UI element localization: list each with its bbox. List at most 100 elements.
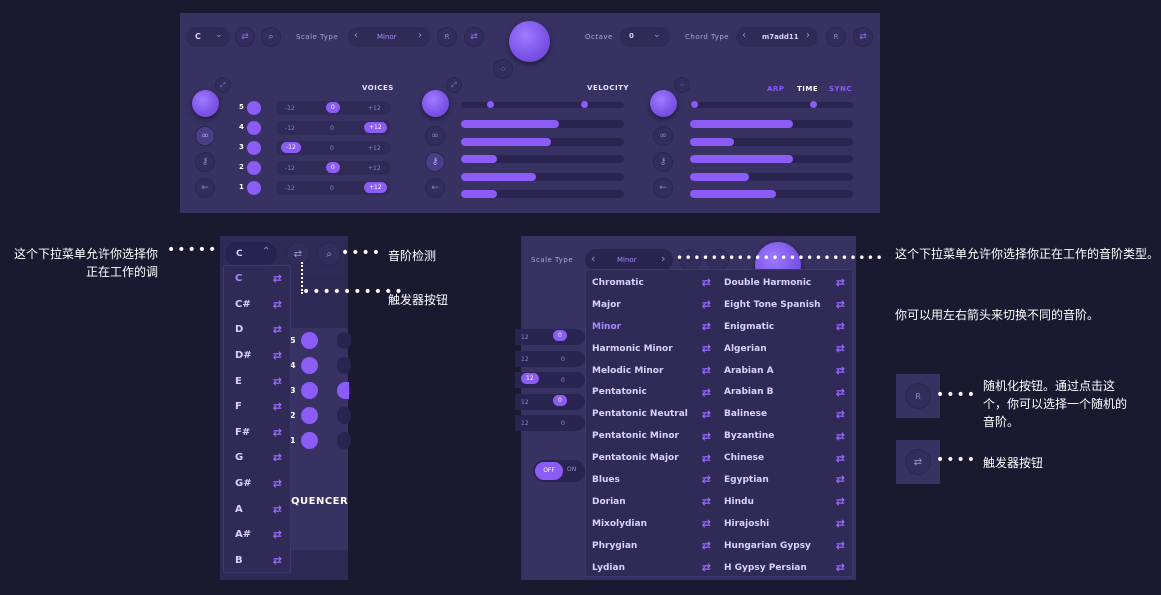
sequencer-toggle[interactable]: OFF ON [533,460,585,482]
note-option[interactable]: G ⇄ [224,445,290,471]
scale-option[interactable]: Harmonic Minor ⇄ [592,338,716,360]
trigger-button[interactable]: ⇄ [286,242,310,266]
voice-toggle[interactable] [247,101,261,115]
swap-icon[interactable]: ⇄ [836,342,845,355]
scale-option[interactable]: Pentatonic Major ⇄ [592,447,716,469]
back-arrow-icon[interactable]: ← [425,178,445,198]
swap-icon[interactable]: ⇄ [836,364,845,377]
time-range-slider[interactable] [690,101,853,108]
voice-toggle[interactable] [301,332,318,349]
arp-knob[interactable] [650,90,677,117]
swap-icon[interactable]: ⇄ [273,375,282,388]
range-handle-high[interactable] [581,101,588,108]
voice-left-value[interactable]: -12 [285,125,295,132]
swap-icon[interactable]: ⇄ [273,323,282,336]
chord-type-dropdown[interactable]: ‹ m7add11 › [736,27,818,47]
scale-option[interactable]: Hirajoshi ⇄ [724,513,850,535]
scale-option[interactable]: Melodic Minor ⇄ [592,360,716,382]
voice-range-stub[interactable] [337,357,351,374]
scale-option[interactable]: Enigmatic ⇄ [724,316,850,338]
swap-icon[interactable]: ⇄ [273,426,282,439]
chevron-right-icon[interactable]: › [661,252,665,265]
octave-dropdown[interactable]: 0 ⌄ [620,27,670,47]
note-option[interactable]: D# ⇄ [224,343,290,369]
voice-left-value[interactable]: -12 [285,105,295,112]
swap-icon[interactable]: ⇄ [702,320,711,333]
chevron-left-icon[interactable]: ‹ [591,252,595,265]
swap-icon[interactable]: ⇄ [836,430,845,443]
loop-icon[interactable]: ∞ [425,126,445,146]
voice-right-value[interactable]: +12 [364,182,387,193]
time-bar-track[interactable] [690,155,853,163]
scale-option[interactable]: Chromatic ⇄ [592,272,716,294]
scale-detect-button[interactable]: ⌕ [317,242,341,266]
key-dropdown[interactable]: C ⌄ [186,27,230,47]
tab-sync[interactable]: SYNC [829,85,852,93]
scale-option[interactable]: Eight Tone Spanish ⇄ [724,294,850,316]
swap-icon[interactable]: ⇄ [273,528,282,541]
voice-range-partial[interactable]: 12 0 [515,393,585,410]
scale-option[interactable]: Pentatonic ⇄ [592,381,716,403]
chevron-left-icon[interactable]: ‹ [742,30,746,41]
scale-option[interactable]: Double Harmonic ⇄ [724,272,850,294]
voice-mid-value[interactable]: 0 [326,162,340,173]
expand-icon[interactable]: ⤢ [215,77,231,93]
swap-icon[interactable]: ⇄ [702,342,711,355]
scale-type-dropdown-open[interactable]: ‹ Minor › [585,249,673,271]
loop-icon[interactable]: ∞ [195,126,215,146]
swap-icon[interactable]: ⇄ [702,364,711,377]
toggle-on[interactable]: ON [567,466,576,473]
swap-icon[interactable]: ⇄ [836,561,845,574]
random-scale-button[interactable]: R [437,27,457,47]
trigger-button-demo[interactable]: ⇄ [905,449,931,475]
swap-icon[interactable]: ⇄ [273,451,282,464]
scale-option[interactable]: Mixolydian ⇄ [592,513,716,535]
voice-range-partial[interactable]: 12 0 [515,329,585,345]
swap-icon[interactable]: ⇄ [702,298,711,311]
velocity-bar-track[interactable] [461,120,624,128]
note-option[interactable]: F# ⇄ [224,420,290,446]
time-bar-track[interactable] [690,190,853,198]
time-bar-track[interactable] [690,120,853,128]
swap-icon[interactable]: ⇄ [702,517,711,530]
swap-icon[interactable]: ⇄ [702,473,711,486]
voice-range-partial[interactable]: 12 0 [515,415,585,431]
velocity-range-slider[interactable] [461,101,624,108]
trigger-button[interactable]: ⇄ [235,27,255,47]
voice-left-value[interactable]: -12 [285,185,295,192]
swap-icon[interactable]: ⇄ [836,517,845,530]
voice-toggle[interactable] [247,141,261,155]
note-option[interactable]: D ⇄ [224,317,290,343]
voice-range-partial[interactable]: 12 0 [515,350,585,367]
voice-toggle[interactable] [301,382,318,399]
voice-toggle[interactable] [301,407,318,424]
note-option[interactable]: C# ⇄ [224,292,290,318]
range-handle-low[interactable] [487,101,494,108]
note-option[interactable]: A ⇄ [224,496,290,522]
swap-icon[interactable]: ⇄ [273,298,282,311]
chevron-right-icon[interactable]: › [806,30,810,41]
time-bar-track[interactable] [690,137,853,146]
voice-toggle[interactable] [247,161,261,175]
range-handle-high[interactable] [810,101,817,108]
swap-icon[interactable]: ⇄ [836,276,845,289]
swap-icon[interactable]: ⇄ [836,320,845,333]
scale-option[interactable]: Arabian A ⇄ [724,360,850,382]
scale-option[interactable]: Pentatonic Neutral ⇄ [592,403,716,425]
scale-option[interactable]: Blues ⇄ [592,469,716,491]
note-option[interactable]: B ⇄ [224,548,290,574]
swap-icon[interactable]: ⇄ [702,452,711,465]
voice-right-value[interactable]: +12 [364,122,387,133]
velocity-bar-track[interactable] [461,155,624,163]
voice-toggle[interactable] [301,432,318,449]
key-icon[interactable]: ⚷ [195,152,215,172]
swap-icon[interactable]: ⇄ [836,473,845,486]
loop-icon[interactable]: ∞ [653,126,673,146]
note-option[interactable]: E ⇄ [224,368,290,394]
voice-range[interactable]: -12 0 +12 [276,161,391,175]
voice-toggle[interactable] [247,121,261,135]
tab-arp[interactable]: ARP [767,85,784,93]
scale-option[interactable]: Algerian ⇄ [724,338,850,360]
voice-mid-value[interactable]: 0 [330,185,334,192]
scale-option[interactable]: Balinese ⇄ [724,403,850,425]
